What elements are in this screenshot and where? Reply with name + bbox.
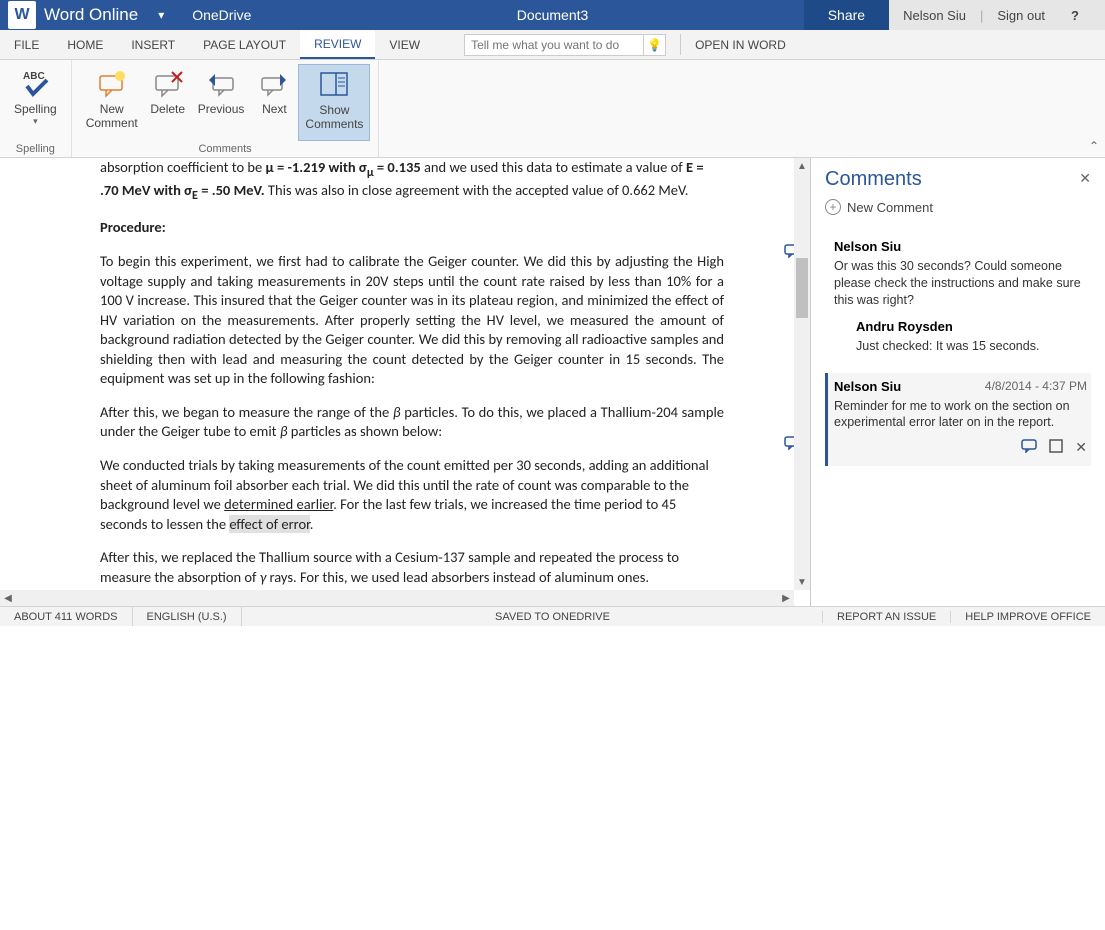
comment-body: Just checked: It was 15 seconds.: [856, 338, 1091, 355]
comment-marker-icon[interactable]: [784, 244, 794, 258]
paragraph[interactable]: absorption coefficient to be μ = -1.219 …: [100, 158, 724, 204]
title-bar: Word Online ▾ OneDrive Document3 Share N…: [0, 0, 1105, 30]
tab-view[interactable]: VIEW: [375, 30, 434, 59]
heading-procedure[interactable]: Procedure:: [100, 218, 724, 238]
paragraph[interactable]: After this, we began to measure the rang…: [100, 403, 724, 442]
help-improve-link[interactable]: HELP IMPROVE OFFICE: [950, 611, 1105, 623]
svg-text:ABC: ABC: [23, 71, 45, 82]
paragraph[interactable]: After this, we replaced the Thallium sou…: [100, 548, 724, 587]
next-comment-icon: [258, 68, 290, 100]
language-status[interactable]: ENGLISH (U.S.): [133, 607, 242, 626]
show-comments-icon: [318, 69, 350, 101]
word-app-icon: [8, 1, 36, 29]
document-canvas: absorption coefficient to be μ = -1.219 …: [0, 158, 811, 606]
next-comment-button[interactable]: Next: [250, 64, 298, 141]
comment-author: Andru Roysden: [856, 319, 1091, 334]
comment-timestamp: 4/8/2014 - 4:37 PM: [985, 379, 1087, 394]
chevron-down-icon[interactable]: ▾: [148, 8, 174, 22]
breadcrumb[interactable]: OneDrive: [174, 7, 251, 23]
app-name: Word Online: [44, 5, 148, 25]
highlighted-text[interactable]: effect of error: [229, 515, 309, 533]
spelling-button[interactable]: ABC Spelling ▾: [8, 64, 63, 141]
scroll-left-icon[interactable]: ◀: [0, 590, 16, 606]
paragraph[interactable]: To begin this experiment, we first had t…: [100, 252, 724, 389]
tab-insert[interactable]: INSERT: [117, 30, 189, 59]
horizontal-scrollbar[interactable]: ◀ ▶: [0, 590, 794, 606]
delete-comment-icon: [152, 68, 184, 100]
comment-card[interactable]: Nelson Siu4/8/2014 - 4:37 PM Reminder fo…: [825, 373, 1091, 467]
document-scroll[interactable]: absorption coefficient to be μ = -1.219 …: [0, 158, 794, 590]
comments-pane: Comments ✕ + New Comment Nelson Siu Or w…: [811, 158, 1105, 606]
scroll-right-icon[interactable]: ▶: [778, 590, 794, 606]
close-icon[interactable]: ✕: [1079, 170, 1091, 187]
delete-comment-button[interactable]: Delete: [144, 64, 192, 141]
previous-comment-button[interactable]: Previous: [192, 64, 251, 141]
ribbon-tabs: FILE HOME INSERT PAGE LAYOUT REVIEW VIEW…: [0, 30, 1105, 60]
sign-out-link[interactable]: Sign out: [997, 8, 1045, 23]
comment-body: Reminder for me to work on the section o…: [834, 398, 1087, 432]
show-comments-button[interactable]: Show Comments: [298, 64, 370, 141]
new-comment-button[interactable]: New Comment: [80, 64, 144, 141]
scroll-down-icon[interactable]: ▼: [794, 574, 810, 590]
comment-author: Nelson Siu: [834, 239, 1091, 254]
spelling-abc-icon: ABC: [19, 68, 51, 100]
scroll-up-icon[interactable]: ▲: [794, 158, 810, 174]
vertical-scrollbar[interactable]: ▲ ▼: [794, 158, 810, 590]
word-count[interactable]: ABOUT 411 WORDS: [0, 607, 133, 626]
collapse-ribbon-icon[interactable]: ⌃: [1089, 139, 1099, 153]
tell-me-search: 💡: [464, 30, 666, 59]
comment-body: Or was this 30 seconds? Could someone pl…: [834, 258, 1091, 309]
comment-marker-icon[interactable]: [784, 436, 794, 450]
plus-circle-icon: +: [825, 199, 841, 215]
paragraph[interactable]: We conducted trials by taking measuremen…: [100, 456, 724, 534]
tab-home[interactable]: HOME: [53, 30, 117, 59]
comment-actions: ✕: [834, 439, 1087, 456]
group-label-comments: Comments: [198, 141, 251, 155]
ribbon-group-spelling: ABC Spelling ▾ Spelling: [0, 60, 72, 157]
share-button[interactable]: Share: [804, 0, 889, 30]
group-label-spelling: Spelling: [16, 141, 55, 155]
ribbon-group-comments: New Comment Delete Previous Next Show Co…: [72, 60, 380, 157]
comments-pane-title: Comments: [825, 168, 1091, 191]
user-name[interactable]: Nelson Siu: [903, 8, 966, 23]
tab-review[interactable]: REVIEW: [300, 30, 375, 59]
help-icon[interactable]: ?: [1059, 8, 1091, 23]
new-comment-icon: [96, 68, 128, 100]
comment-author: Nelson Siu4/8/2014 - 4:37 PM: [834, 379, 1087, 394]
comment-reply[interactable]: Andru Roysden Just checked: It was 15 se…: [856, 319, 1091, 355]
lightbulb-icon[interactable]: 💡: [644, 34, 666, 56]
previous-comment-icon: [205, 68, 237, 100]
reply-icon[interactable]: [1021, 439, 1037, 456]
document-title[interactable]: Document3: [517, 7, 589, 23]
delete-comment-icon[interactable]: ✕: [1075, 439, 1087, 456]
resolve-icon[interactable]: [1049, 439, 1063, 456]
user-area: Nelson Siu | Sign out ?: [889, 0, 1105, 30]
report-issue-link[interactable]: REPORT AN ISSUE: [822, 611, 950, 623]
comment-card[interactable]: Nelson Siu Or was this 30 seconds? Could…: [825, 233, 1091, 365]
tab-file[interactable]: FILE: [0, 30, 53, 59]
tab-page-layout[interactable]: PAGE LAYOUT: [189, 30, 300, 59]
save-status: SAVED TO ONEDRIVE: [481, 304, 624, 930]
new-comment-link[interactable]: + New Comment: [825, 199, 1091, 215]
ribbon: ABC Spelling ▾ Spelling New Comment Dele…: [0, 60, 1105, 158]
tell-me-input[interactable]: [464, 34, 644, 56]
scrollbar-thumb[interactable]: [796, 258, 808, 318]
status-bar: ABOUT 411 WORDS ENGLISH (U.S.) SAVED TO …: [0, 606, 1105, 626]
open-in-word-button[interactable]: OPEN IN WORD: [695, 30, 786, 59]
